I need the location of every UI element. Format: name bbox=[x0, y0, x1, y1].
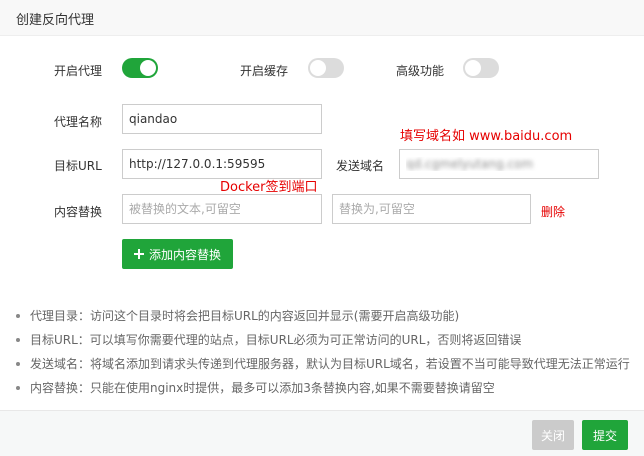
bullet-icon bbox=[16, 314, 20, 318]
bullet-icon bbox=[16, 362, 20, 366]
bullet-icon bbox=[16, 386, 20, 390]
toggle-knob bbox=[310, 60, 326, 76]
bullet-icon bbox=[16, 338, 20, 342]
note-item: 发送域名：将域名添加到请求头传递到代理服务器，默认为目标URL域名，若设置不当可… bbox=[14, 356, 638, 380]
send-domain-label: 发送域名 bbox=[336, 159, 385, 173]
cache-toggle-label: 开启缓存 bbox=[240, 64, 289, 78]
replace-to-input[interactable] bbox=[332, 194, 531, 224]
advanced-toggle[interactable] bbox=[463, 58, 499, 78]
toggle-knob bbox=[140, 60, 156, 76]
add-replace-button[interactable]: 添加内容替换 bbox=[122, 239, 233, 269]
dialog-footer: 关闭 提交 bbox=[0, 410, 644, 456]
proxy-toggle[interactable] bbox=[122, 58, 158, 78]
delete-replace-link[interactable]: 删除 bbox=[541, 203, 565, 220]
toggle-knob bbox=[465, 60, 481, 76]
note-item: 内容替换：只能在使用nginx时提供，最多可以添加3条替换内容,如果不需要替换请… bbox=[14, 380, 638, 404]
dialog-title: 创建反向代理 bbox=[16, 13, 95, 28]
submit-button[interactable]: 提交 bbox=[582, 420, 628, 450]
replace-from-input[interactable] bbox=[122, 194, 322, 224]
close-button[interactable]: 关闭 bbox=[532, 420, 574, 450]
plus-icon bbox=[133, 249, 144, 259]
cache-toggle[interactable] bbox=[308, 58, 344, 78]
domain-hint-annotation: 填写域名如 www.baidu.com bbox=[400, 129, 573, 144]
proxy-toggle-label: 开启代理 bbox=[54, 64, 103, 78]
port-hint-annotation: Docker签到端口 bbox=[220, 180, 318, 195]
content-replace-label: 内容替换 bbox=[54, 205, 103, 219]
advanced-toggle-label: 高级功能 bbox=[396, 64, 445, 78]
proxy-name-input[interactable] bbox=[122, 104, 322, 134]
send-domain-input[interactable] bbox=[399, 149, 599, 179]
target-url-label: 目标URL bbox=[54, 159, 102, 173]
target-url-input[interactable] bbox=[122, 149, 322, 179]
dialog-titlebar: 创建反向代理 bbox=[0, 0, 644, 36]
note-item: 目标URL：可以填写你需要代理的站点，目标URL必须为可正常访问的URL，否则将… bbox=[14, 332, 638, 356]
add-replace-button-label: 添加内容替换 bbox=[148, 247, 221, 262]
help-notes: 代理目录：访问这个目录时将会把目标URL的内容返回并显示(需要开启高级功能) 目… bbox=[14, 308, 638, 404]
proxy-name-label: 代理名称 bbox=[54, 115, 103, 129]
note-item: 代理目录：访问这个目录时将会把目标URL的内容返回并显示(需要开启高级功能) bbox=[14, 308, 638, 332]
